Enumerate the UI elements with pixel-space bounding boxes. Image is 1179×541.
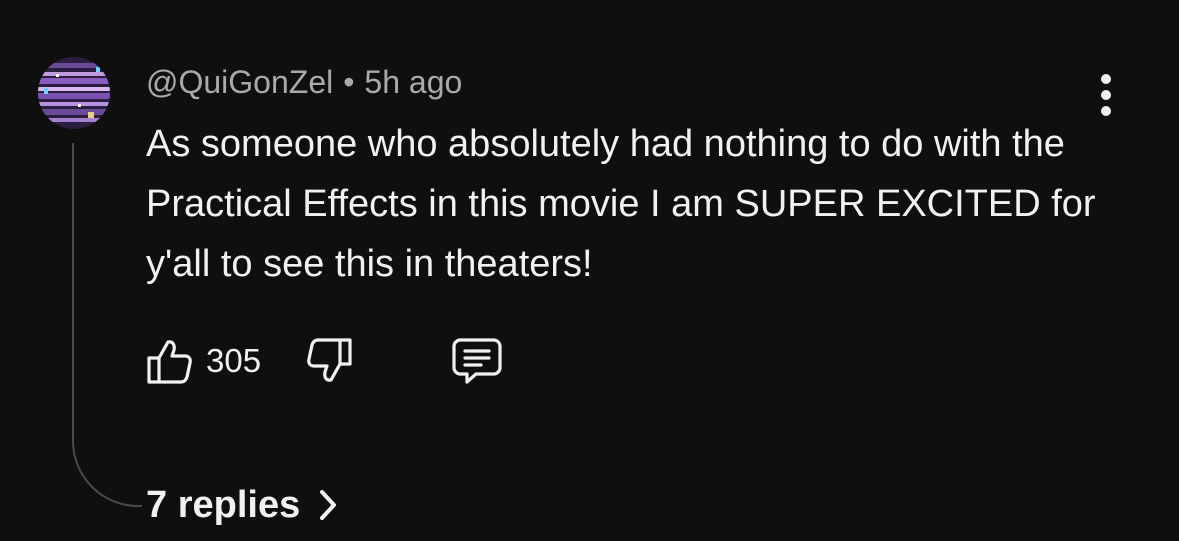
view-replies-button[interactable]: 7 replies bbox=[146, 482, 338, 528]
thumbs-down-icon bbox=[307, 338, 352, 382]
like-count: 305 bbox=[206, 342, 262, 379]
thumbs-up-icon bbox=[147, 340, 192, 384]
author-handle[interactable]: @QuiGonZel bbox=[146, 64, 333, 100]
comment-bubble-icon bbox=[452, 338, 502, 384]
reply-thread-line bbox=[72, 143, 142, 507]
avatar[interactable] bbox=[38, 57, 110, 129]
like-button[interactable]: 305 bbox=[146, 337, 261, 385]
comment-actions: 305 bbox=[146, 334, 503, 388]
chevron-right-icon bbox=[320, 490, 337, 520]
replies-count-label: 7 replies bbox=[146, 484, 301, 526]
comment-timestamp: 5h ago bbox=[364, 64, 463, 100]
reply-button[interactable] bbox=[451, 337, 503, 385]
comment-text: As someone who absolutely had nothing to… bbox=[146, 123, 1096, 285]
comment-meta: @QuiGonZel • 5h ago bbox=[146, 62, 462, 102]
more-vert-icon bbox=[1101, 74, 1111, 84]
dislike-button[interactable] bbox=[307, 337, 353, 385]
meta-separator: • bbox=[343, 64, 355, 100]
pixel-art-avatar-image bbox=[38, 57, 110, 129]
more-options-button[interactable] bbox=[1090, 72, 1122, 118]
